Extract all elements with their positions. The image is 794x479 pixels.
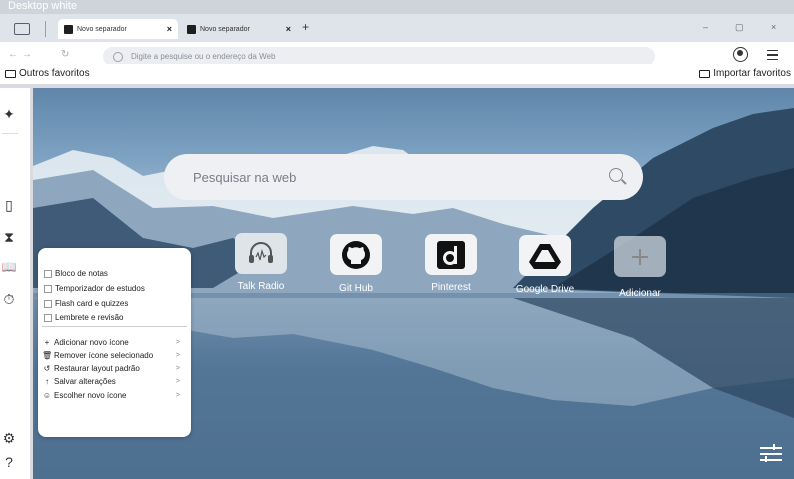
action-label: Restaurar layout padrão [54, 364, 140, 373]
tab-favicon [64, 24, 73, 34]
minimize-button[interactable]: – [703, 22, 708, 32]
address-placeholder: Digite a pesquise ou o endereço da Web [131, 52, 276, 61]
tab-close-icon[interactable]: × [167, 24, 172, 34]
import-folder-icon [699, 69, 711, 78]
shortcut-git-hub[interactable]: Git Hub [311, 234, 401, 294]
new-tab-button[interactable]: + [302, 20, 309, 34]
window-close-button[interactable]: × [771, 22, 776, 32]
other-favorites-label: Outros favoritos [19, 68, 90, 79]
check-temporizador[interactable]: Temporizador de estudos [44, 284, 145, 293]
action-label: Escolher novo ícone [54, 391, 127, 400]
tab-novo-separador-2[interactable]: Novo separador × [181, 19, 297, 39]
drive-icon [519, 235, 571, 276]
help-icon[interactable]: ? [0, 454, 18, 470]
action-label: Salvar alterações [54, 377, 116, 386]
other-favorites[interactable]: Outros favoritos [5, 68, 90, 79]
tab-favicon [187, 24, 196, 34]
upload-icon: ↑ [45, 377, 49, 386]
action-remove-icon[interactable]: 🗑 Remover ícone selecionado > [42, 351, 180, 360]
popup-divider [42, 326, 187, 327]
plus-icon [614, 236, 666, 277]
tab-bar: Novo separador × Novo separador × + – ▢ … [0, 14, 794, 42]
checkbox[interactable] [44, 269, 52, 278]
chevron-right-icon: > [175, 378, 180, 385]
trash-icon: 🗑 [42, 351, 53, 360]
tab-label: Novo separador [200, 25, 250, 33]
search-icon [113, 51, 123, 62]
left-sidebar: ✦ ▯ ⧗ 📖 ⏱ ⚙ ? [0, 88, 30, 479]
widgets-popup: Bloco de notas Temporizador de estudos F… [38, 248, 191, 437]
image-icon: ☺ [42, 391, 52, 400]
github-icon [330, 234, 382, 275]
checkbox[interactable] [44, 299, 52, 308]
hourglass-icon[interactable]: ⧗ [0, 229, 18, 246]
checkbox[interactable] [44, 313, 52, 322]
chevron-right-icon: > [175, 392, 180, 399]
action-save-changes[interactable]: ↑ Salvar alterações > [42, 377, 180, 386]
check-flash-card[interactable]: Flash card e quizzes [44, 299, 128, 308]
check-lembrete[interactable]: Lembrete e revisão [44, 313, 123, 322]
tab-close-icon[interactable]: × [286, 24, 291, 34]
sidebar-divider [2, 133, 18, 134]
pinterest-icon [425, 234, 477, 275]
headphones-icon [235, 233, 287, 274]
shortcut-adicionar[interactable]: Adicionar [595, 236, 685, 299]
shortcut-label: Git Hub [339, 283, 373, 294]
web-search-box[interactable]: Pesquisar na web [164, 154, 643, 200]
window-title: Desktop white [8, 0, 78, 12]
stopwatch-icon[interactable]: ⏱ [0, 291, 18, 308]
action-label: Remover ícone selecionado [54, 351, 154, 360]
window-title-bar: Desktop white [0, 0, 794, 14]
bookmarks-bar: Outros favoritos Importar favoritos [0, 64, 794, 84]
tab-actions-icon[interactable] [14, 23, 30, 35]
web-search-placeholder: Pesquisar na web [193, 169, 297, 185]
folder-icon [5, 69, 16, 78]
tab-novo-separador-1[interactable]: Novo separador × [58, 19, 178, 39]
check-label: Temporizador de estudos [55, 284, 145, 293]
shortcut-google-drive[interactable]: Google Drive [500, 235, 590, 295]
notebook-icon[interactable]: ▯ [0, 197, 18, 214]
maximize-button[interactable]: ▢ [735, 22, 744, 33]
checkbox[interactable] [44, 284, 52, 293]
shortcut-label: Talk Radio [237, 281, 285, 292]
action-choose-icon[interactable]: ☺ Escolher novo ícone > [42, 391, 180, 400]
menu-icon[interactable] [767, 50, 778, 63]
chevron-right-icon: > [175, 365, 180, 372]
shortcut-label: Pinterest [431, 282, 471, 293]
import-favorites[interactable]: Importar favoritos [699, 68, 791, 79]
undo-icon: ↺ [43, 364, 51, 373]
gear-icon[interactable]: ⚙ [0, 430, 18, 447]
reload-button[interactable]: ↻ [61, 49, 69, 60]
tab-bar-divider [45, 21, 46, 37]
book-icon[interactable]: 📖 [0, 260, 18, 274]
chevron-right-icon: > [175, 339, 180, 346]
plus-icon: + [44, 338, 50, 347]
search-icon[interactable] [609, 168, 623, 182]
import-favorites-label: Importar favoritos [713, 68, 791, 79]
action-add-icon[interactable]: + Adicionar novo ícone > [42, 338, 180, 347]
tab-label: Novo separador [77, 25, 127, 33]
shortcut-label: Adicionar [619, 288, 661, 299]
customize-icon[interactable] [760, 444, 782, 462]
check-bloco-de-notas[interactable]: Bloco de notas [44, 269, 108, 278]
chevron-right-icon: > [175, 352, 180, 359]
shortcut-pinterest[interactable]: Pinterest [406, 234, 496, 293]
shortcut-label: Google Drive [515, 284, 575, 295]
shortcut-talk-radio[interactable]: Talk Radio [216, 233, 306, 292]
profile-icon[interactable] [733, 47, 748, 62]
check-label: Lembrete e revisão [55, 313, 124, 322]
action-restore-layout[interactable]: ↺ Restaurar layout padrão > [42, 364, 180, 373]
forward-button[interactable]: → [22, 49, 32, 60]
check-label: Bloco de notas [55, 269, 108, 278]
sparkle-icon[interactable]: ✦ [0, 106, 18, 123]
action-label: Adicionar novo ícone [54, 338, 129, 347]
back-button[interactable]: ← [8, 49, 18, 60]
check-label: Flash card e quizzes [55, 299, 129, 308]
